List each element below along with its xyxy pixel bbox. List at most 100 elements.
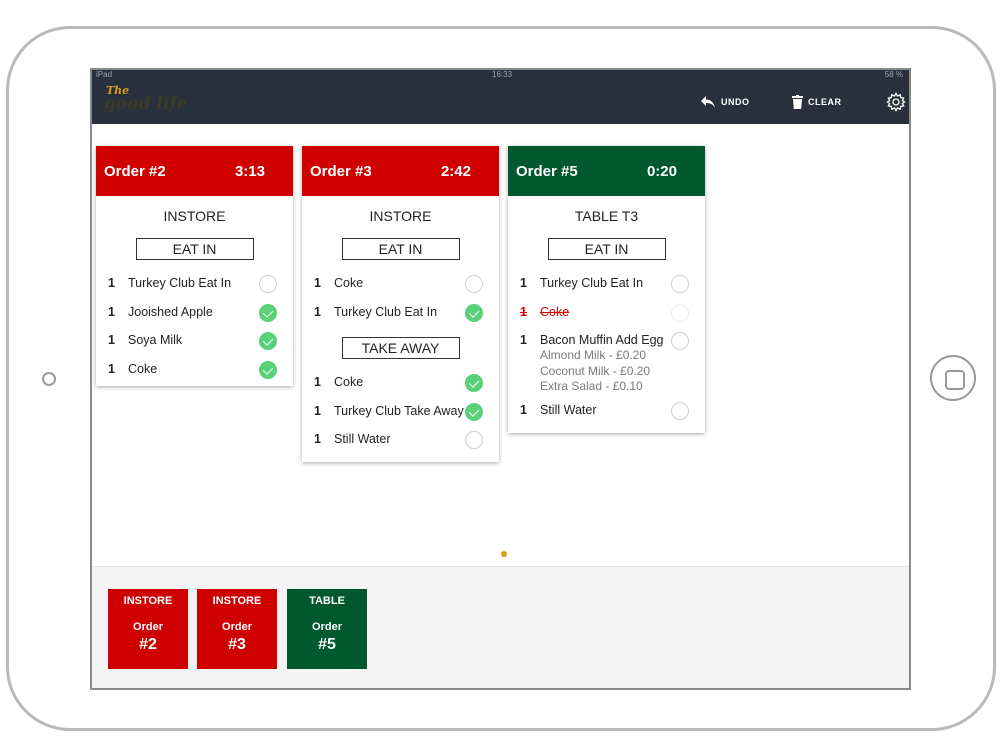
order-line-voided[interactable]: 1 Coke bbox=[508, 299, 705, 328]
order-line[interactable]: 1 Coke bbox=[302, 270, 499, 299]
check-circle-icon[interactable] bbox=[671, 332, 689, 350]
order-line[interactable]: 1 Turkey Club Take Away bbox=[302, 398, 499, 427]
order-title: Order #5 bbox=[516, 162, 578, 180]
line-name: Turkey Club Take Away bbox=[334, 403, 464, 418]
line-qty: 1 bbox=[108, 333, 115, 347]
line-name: Coke bbox=[128, 361, 158, 376]
order-line[interactable]: 1 Jooished Apple bbox=[96, 299, 293, 328]
ticket-board: Order #2 3:13 INSTORE EAT IN 1 Turkey Cl… bbox=[92, 124, 909, 566]
gear-icon[interactable] bbox=[886, 92, 906, 112]
ticket-header: Order #3 2:42 bbox=[302, 146, 499, 196]
modifier: Almond Milk - £0.20 bbox=[540, 348, 647, 362]
check-circle-icon[interactable] bbox=[671, 275, 689, 293]
order-chip-2[interactable]: INSTORE Order #2 bbox=[108, 589, 188, 669]
section-label: EAT IN bbox=[135, 238, 254, 260]
line-qty: 1 bbox=[108, 276, 115, 290]
line-name: Turkey Club Eat In bbox=[334, 304, 438, 319]
order-type: INSTORE bbox=[163, 208, 226, 224]
order-chip-5[interactable]: TABLE Order #5 bbox=[287, 589, 367, 669]
order-line[interactable]: 1 Turkey Club Eat In bbox=[508, 270, 705, 299]
brand-logo: The good life bbox=[104, 84, 204, 114]
check-done-icon[interactable] bbox=[465, 374, 483, 392]
order-line[interactable]: 1 Coke bbox=[96, 356, 293, 386]
line-qty: 1 bbox=[520, 403, 527, 417]
chip-order-word: Order bbox=[133, 621, 163, 633]
ticket-header: Order #2 3:13 bbox=[96, 146, 293, 196]
check-done-icon[interactable] bbox=[259, 332, 277, 350]
line-name: Bacon Muffin Add Egg bbox=[540, 333, 664, 347]
battery-level: 58 % bbox=[884, 70, 903, 79]
line-qty: 1 bbox=[314, 432, 321, 446]
order-timer: 2:42 bbox=[440, 162, 471, 180]
chip-number: #2 bbox=[139, 636, 157, 653]
line-name: Still Water bbox=[540, 403, 597, 417]
chip-order-word: Order bbox=[312, 621, 342, 633]
line-qty: 1 bbox=[314, 375, 321, 389]
trash-icon bbox=[792, 95, 803, 109]
order-ticket[interactable]: Order #5 0:20 TABLE T3 EAT IN 1 Turkey C… bbox=[508, 146, 705, 433]
line-qty: 1 bbox=[314, 403, 321, 418]
ticket-header: Order #5 0:20 bbox=[508, 146, 705, 196]
order-ticket[interactable]: Order #2 3:13 INSTORE EAT IN 1 Turkey Cl… bbox=[96, 146, 293, 386]
order-line[interactable]: 1 Turkey Club Eat In bbox=[96, 270, 293, 299]
undo-icon bbox=[701, 96, 715, 108]
clock: 16:33 bbox=[492, 70, 513, 79]
line-name: Still Water bbox=[334, 432, 391, 446]
check-done-icon[interactable] bbox=[465, 402, 483, 421]
order-line[interactable]: 1 Coke bbox=[302, 369, 499, 398]
modifier: Extra Salad - £0.10 bbox=[540, 379, 643, 393]
section-label: TAKE AWAY bbox=[341, 337, 460, 359]
clear-label: CLEAR bbox=[808, 97, 842, 107]
chip-number: #5 bbox=[318, 636, 336, 653]
chip-type: INSTORE bbox=[123, 595, 173, 607]
order-chip-3[interactable]: INSTORE Order #3 bbox=[197, 589, 277, 669]
order-line[interactable]: 1 Bacon Muffin Add Egg Almond Milk - £0.… bbox=[508, 327, 705, 397]
order-timer: 0:20 bbox=[646, 162, 677, 180]
order-type: INSTORE bbox=[369, 208, 432, 224]
line-name: Jooished Apple bbox=[128, 304, 213, 319]
undo-button[interactable]: UNDO bbox=[700, 92, 750, 112]
check-circle-icon[interactable] bbox=[259, 275, 277, 293]
home-button[interactable] bbox=[930, 355, 976, 401]
order-ticket[interactable]: Order #3 2:42 INSTORE EAT IN 1 Coke 1 Tu… bbox=[302, 146, 499, 462]
order-timer: 3:13 bbox=[234, 162, 265, 180]
line-name: Soya Milk bbox=[128, 333, 183, 347]
line-name: Coke bbox=[334, 276, 364, 290]
page-indicator-dot bbox=[501, 551, 507, 557]
chip-order-word: Order bbox=[222, 621, 252, 633]
check-done-icon[interactable] bbox=[259, 303, 277, 322]
check-done-icon[interactable] bbox=[465, 303, 483, 322]
order-type: TABLE T3 bbox=[574, 208, 639, 224]
chip-number: #3 bbox=[228, 636, 246, 653]
clear-button[interactable]: CLEAR bbox=[792, 92, 842, 112]
line-name: Turkey Club Eat In bbox=[128, 276, 232, 290]
check-circle-icon[interactable] bbox=[465, 275, 483, 293]
check-done-icon[interactable] bbox=[259, 360, 277, 379]
line-qty: 1 bbox=[108, 361, 115, 376]
line-qty: 1 bbox=[314, 276, 321, 290]
chip-type: INSTORE bbox=[212, 595, 262, 607]
screen: iPad 16:33 58 % The good life UNDO CLEAR bbox=[90, 68, 911, 690]
line-name: Coke bbox=[540, 304, 570, 319]
modifier: Coconut Milk - £0.20 bbox=[540, 363, 651, 378]
section-label: EAT IN bbox=[341, 238, 460, 260]
logo-main: good life bbox=[104, 94, 188, 114]
order-title: Order #2 bbox=[104, 162, 166, 180]
check-circle-icon[interactable] bbox=[671, 303, 689, 322]
line-name: Coke bbox=[334, 375, 364, 389]
order-line[interactable]: 1 Soya Milk bbox=[96, 327, 293, 356]
section-label: EAT IN bbox=[547, 238, 666, 260]
order-line[interactable]: 1 Turkey Club Eat In bbox=[302, 299, 499, 328]
line-modifiers: Almond Milk - £0.20 Coconut Milk - £0.20… bbox=[540, 348, 650, 395]
order-line[interactable]: 1 Still Water bbox=[508, 397, 705, 433]
camera-icon bbox=[42, 372, 56, 386]
check-circle-icon[interactable] bbox=[465, 431, 483, 449]
line-name: Turkey Club Eat In bbox=[540, 276, 644, 290]
check-circle-icon[interactable] bbox=[671, 402, 689, 420]
line-qty: 1 bbox=[108, 304, 115, 319]
line-qty: 1 bbox=[520, 276, 527, 290]
line-qty: 1 bbox=[520, 304, 527, 319]
device-name: iPad bbox=[96, 70, 113, 79]
line-qty: 1 bbox=[314, 304, 321, 319]
order-line[interactable]: 1 Still Water bbox=[302, 426, 499, 462]
